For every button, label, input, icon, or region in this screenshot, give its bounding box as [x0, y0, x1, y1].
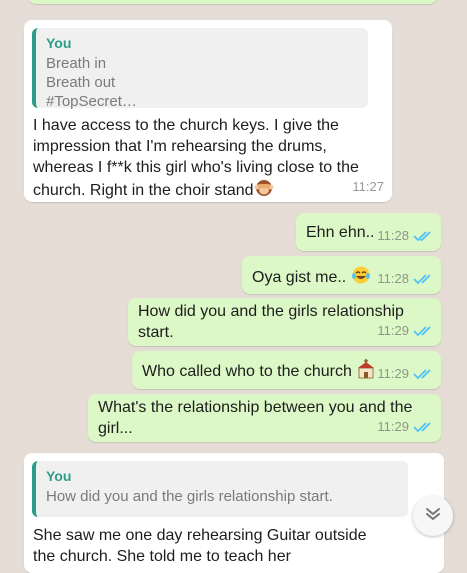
outgoing-message-4[interactable]: How did you and the girls relationship s…	[128, 298, 441, 346]
outgoing-message-2[interactable]: Ehn ehn.. 11:28	[296, 213, 441, 251]
message-text: Who called who to the church	[142, 363, 352, 380]
quote-line: Breath in	[46, 55, 107, 72]
partial-message-top	[28, 0, 437, 4]
outgoing-message-3[interactable]: Oya gist me.. 11:28	[242, 256, 441, 294]
message-body: Who called who to the church	[142, 359, 376, 385]
scroll-to-bottom-button[interactable]	[413, 496, 453, 536]
double-check-icon	[413, 368, 433, 380]
timestamp: 11:29	[377, 419, 409, 434]
message-text: She saw me one day rehearsing Guitar out…	[33, 527, 367, 565]
message-meta: 11:29	[377, 416, 433, 437]
timestamp: 11:27	[352, 179, 384, 194]
message-body: I have access to the church keys. I give…	[33, 115, 378, 204]
message-text: I have access to the church keys. I give…	[33, 117, 364, 199]
church-icon	[356, 359, 376, 385]
double-check-icon	[413, 421, 433, 433]
timestamp: 11:28	[377, 271, 409, 286]
chevron-double-down-icon	[424, 505, 442, 528]
message-meta: 11:28	[377, 268, 433, 289]
quoted-reply[interactable]: You How did you and the girls relationsh…	[32, 461, 408, 517]
quote-line: How did you and the girls relationship s…	[46, 488, 333, 505]
double-check-icon	[413, 230, 433, 242]
incoming-message-7[interactable]: You How did you and the girls relationsh…	[24, 453, 444, 573]
double-check-icon	[413, 325, 433, 337]
message-meta: 11:27	[352, 176, 384, 197]
double-check-icon	[413, 273, 433, 285]
quote-line: Breath out	[46, 74, 116, 91]
outgoing-message-6[interactable]: What's the relationship between you and …	[88, 394, 441, 442]
outgoing-message-5[interactable]: Who called who to the church 11:29	[132, 351, 441, 389]
message-text: Ehn ehn..	[306, 224, 375, 241]
message-meta: 11:29	[377, 363, 433, 384]
see-no-evil-monkey-icon	[254, 178, 274, 204]
incoming-message-1[interactable]: You Breath in Breath out #TopSecret… I h…	[24, 20, 392, 202]
message-body: Oya gist me..	[252, 265, 371, 291]
timestamp: 11:29	[377, 323, 409, 338]
message-text: Oya gist me..	[252, 269, 347, 286]
timestamp: 11:29	[377, 366, 409, 381]
timestamp: 11:28	[377, 228, 409, 243]
quoted-reply[interactable]: You Breath in Breath out #TopSecret…	[32, 28, 368, 110]
quote-sender: You	[46, 468, 72, 484]
quote-line: #TopSecret…	[46, 93, 137, 110]
tears-of-joy-icon	[351, 265, 371, 291]
message-meta: 11:29	[377, 320, 433, 341]
quote-sender: You	[46, 35, 72, 51]
message-meta: 11:28	[377, 225, 433, 246]
